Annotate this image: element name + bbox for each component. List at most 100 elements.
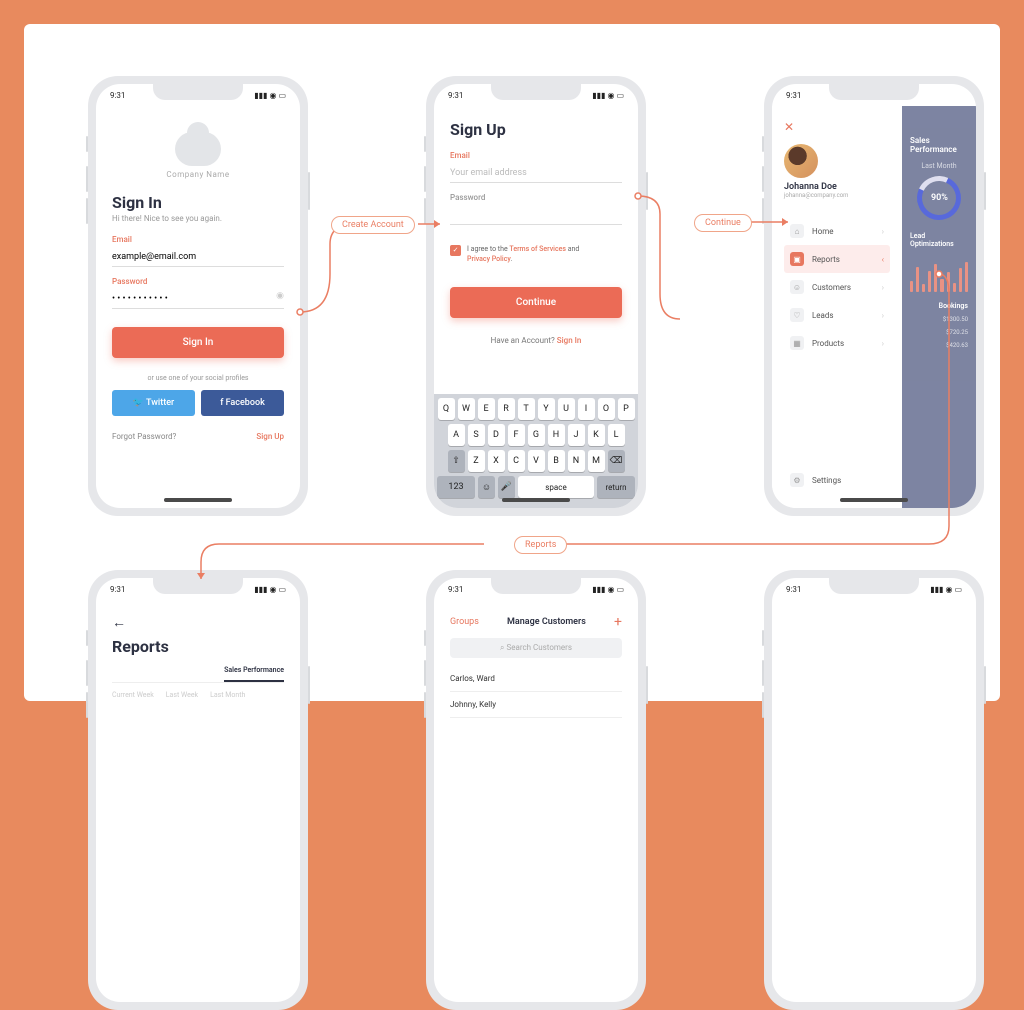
- page-title: Manage Customers: [507, 617, 586, 627]
- page-subtitle: Hi there! Nice to see you again.: [112, 214, 284, 223]
- terms-text: I agree to the Terms of Services and Pri…: [467, 245, 579, 265]
- battery-icon: ▭: [954, 91, 962, 100]
- box-icon: ▦: [790, 336, 804, 350]
- keyboard[interactable]: QWERTYUIOP ASDFGHJKL ⇧ZXCVBNM⌫ 123☺🎤spac…: [434, 394, 638, 508]
- wifi-icon: ◉: [269, 585, 276, 594]
- signal-icon: ▮▮▮: [930, 91, 943, 100]
- nav-home[interactable]: ⌂Home›: [784, 217, 890, 245]
- chart-icon: ▣: [790, 252, 804, 266]
- nav-reports[interactable]: ▣Reports‹: [784, 245, 890, 273]
- company-name: Company Name: [112, 170, 284, 179]
- nav-customers[interactable]: ☺Customers›: [784, 273, 890, 301]
- password-input[interactable]: [112, 290, 284, 309]
- avatar[interactable]: [784, 144, 818, 178]
- wifi-icon: ◉: [607, 585, 614, 594]
- screen-blank: 9:31 ▮▮▮◉▭: [764, 570, 984, 1010]
- battery-icon: ▭: [278, 585, 286, 594]
- terms-checkbox[interactable]: ✓: [450, 245, 461, 256]
- gear-icon: ⚙: [790, 473, 804, 487]
- status-time: 9:31: [448, 91, 463, 100]
- chevron-left-icon: ‹: [882, 255, 884, 264]
- chevron-right-icon: ›: [882, 283, 884, 292]
- sign-in-link[interactable]: Sign In: [557, 336, 582, 345]
- tab-last-week[interactable]: Last Week: [166, 691, 198, 699]
- signal-icon: ▮▮▮: [592, 585, 605, 594]
- wifi-icon: ◉: [945, 585, 952, 594]
- chevron-right-icon: ›: [882, 311, 884, 320]
- email-label: Email: [112, 235, 284, 244]
- screen-sign-in: 9:31 ▮▮▮◉▭ Company Name Sign In Hi there…: [88, 76, 308, 516]
- sign-up-link[interactable]: Sign Up: [256, 432, 284, 441]
- add-icon[interactable]: +: [614, 614, 622, 630]
- nav-products[interactable]: ▦Products›: [784, 329, 890, 357]
- page-title: Sign Up: [450, 120, 622, 139]
- page-title: Reports: [112, 637, 284, 656]
- eye-icon[interactable]: ◉: [276, 291, 284, 301]
- forgot-password-link[interactable]: Forgot Password?: [112, 432, 176, 441]
- nav-drawer: ✕ Johanna Doe johanna@company.com ⌂Home›…: [772, 106, 902, 508]
- customer-row[interactable]: Carlos, Ward: [450, 666, 622, 692]
- signal-icon: ▮▮▮: [254, 585, 267, 594]
- bd-lead-opt: Lead Optimizations: [910, 232, 968, 248]
- connector-label-reports: Reports: [514, 536, 567, 554]
- or-divider: or use one of your social profiles: [112, 374, 284, 382]
- heart-icon: ♡: [790, 308, 804, 322]
- status-time: 9:31: [110, 91, 125, 100]
- signal-icon: ▮▮▮: [254, 91, 267, 100]
- continue-button[interactable]: Continue: [450, 287, 622, 318]
- bd-bookings-title: Bookings: [910, 302, 968, 310]
- page-title: Sign In: [112, 193, 284, 212]
- search-input[interactable]: ⌕ Search Customers: [450, 638, 622, 658]
- donut-chart: 90%: [911, 170, 967, 226]
- wifi-icon: ◉: [269, 91, 276, 100]
- email-input[interactable]: [450, 164, 622, 183]
- battery-icon: ▭: [616, 585, 624, 594]
- status-time: 9:31: [110, 585, 125, 594]
- twitter-icon: 🐦: [133, 398, 146, 408]
- home-icon: ⌂: [790, 224, 804, 238]
- bd-sales-title: Sales Performance: [910, 136, 968, 154]
- screen-nav-drawer: 9:31 ▮▮▮◉▭ Sales Performance Last Month …: [764, 76, 984, 516]
- user-email: johanna@company.com: [784, 192, 890, 199]
- chevron-right-icon: ›: [882, 227, 884, 236]
- battery-icon: ▭: [278, 91, 286, 100]
- password-label: Password: [450, 193, 622, 202]
- nav-settings[interactable]: ⚙Settings: [784, 466, 890, 494]
- close-icon[interactable]: ✕: [784, 120, 890, 134]
- wifi-icon: ◉: [607, 91, 614, 100]
- chevron-right-icon: ›: [882, 339, 884, 348]
- have-account-text: Have an Account? Sign In: [450, 336, 622, 345]
- connector-label-continue: Continue: [694, 214, 752, 232]
- tab-last-month[interactable]: Last Month: [210, 691, 245, 699]
- cloud-logo-icon: [175, 132, 221, 166]
- tab-current-week[interactable]: Current Week: [112, 691, 154, 699]
- facebook-button[interactable]: f Facebook: [201, 390, 284, 416]
- terms-row[interactable]: ✓ I agree to the Terms of Services and P…: [450, 245, 622, 265]
- flow-canvas: Create Account Continue Reports 9:31 ▮▮▮…: [24, 24, 1000, 701]
- back-arrow-icon[interactable]: ←: [112, 614, 284, 631]
- email-input[interactable]: [112, 248, 284, 267]
- user-name: Johanna Doe: [784, 182, 890, 192]
- signal-icon: ▮▮▮: [592, 91, 605, 100]
- screen-reports: 9:31 ▮▮▮◉▭ ← Reports Sales Performance C…: [88, 570, 308, 1010]
- nav-leads[interactable]: ♡Leads›: [784, 301, 890, 329]
- battery-icon: ▭: [954, 585, 962, 594]
- sign-in-button[interactable]: Sign In: [112, 327, 284, 358]
- tab-sales-performance[interactable]: Sales Performance: [224, 666, 284, 682]
- users-icon: ☺: [790, 280, 804, 294]
- screen-customers: 9:31 ▮▮▮◉▭ Groups Manage Customers + ⌕ S…: [426, 570, 646, 1010]
- status-time: 9:31: [786, 585, 801, 594]
- password-label: Password: [112, 277, 284, 286]
- status-time: 9:31: [448, 585, 463, 594]
- report-tabs: Sales Performance: [112, 666, 284, 683]
- signal-icon: ▮▮▮: [930, 585, 943, 594]
- period-tabs: Current Week Last Week Last Month: [112, 691, 284, 699]
- customer-row[interactable]: Johnny, Kelly: [450, 692, 622, 718]
- twitter-button[interactable]: 🐦 Twitter: [112, 390, 195, 416]
- email-label: Email: [450, 151, 622, 160]
- drawer-backdrop: Sales Performance Last Month 90% Lead Op…: [902, 106, 976, 508]
- groups-link[interactable]: Groups: [450, 617, 479, 627]
- password-input[interactable]: [450, 206, 622, 225]
- connector-label-create: Create Account: [331, 216, 415, 234]
- bar-chart: [910, 254, 968, 292]
